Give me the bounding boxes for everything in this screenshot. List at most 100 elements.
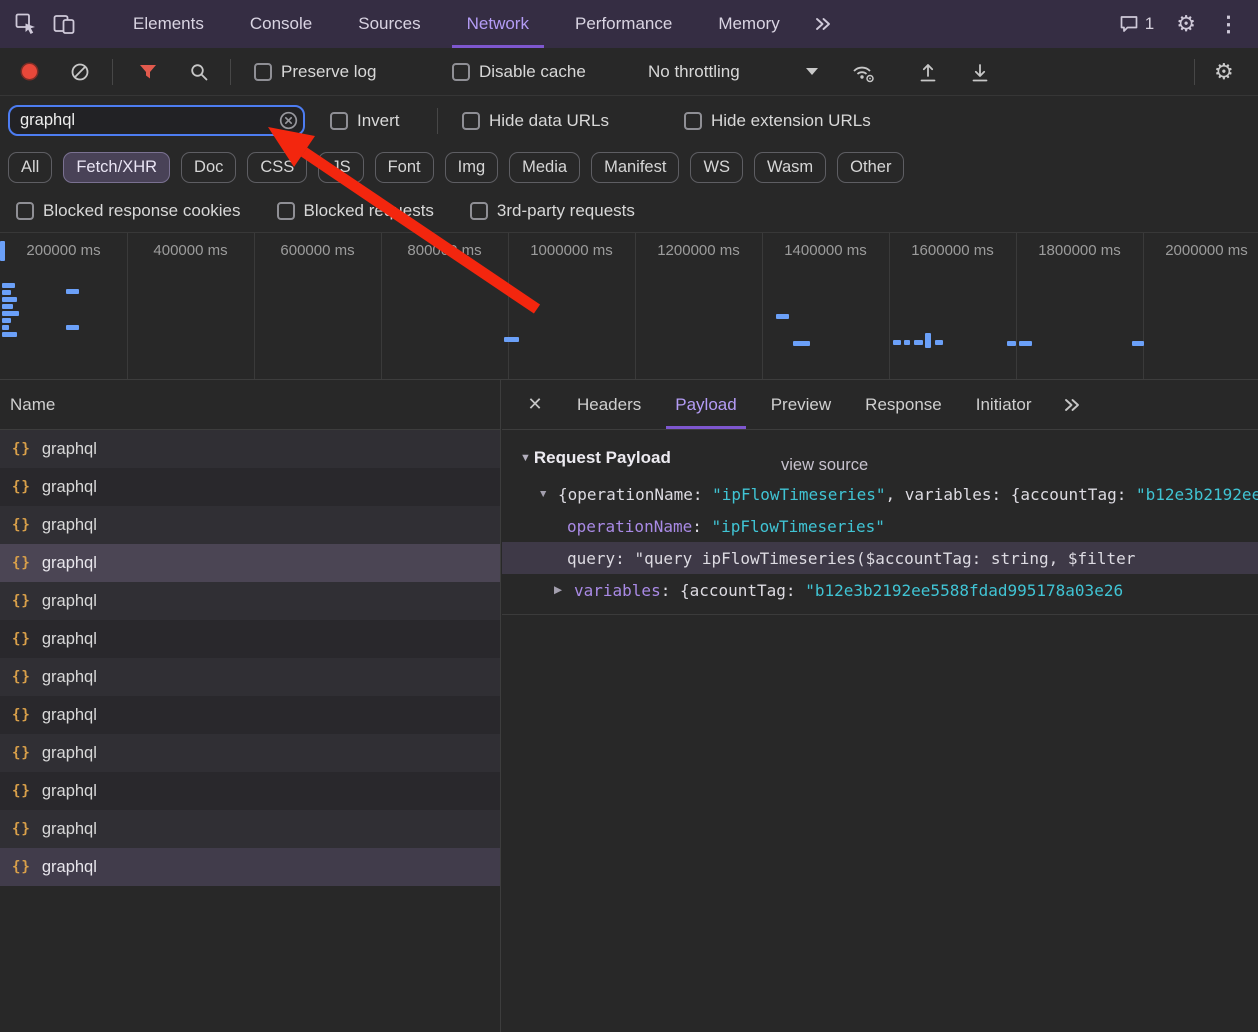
details-more-tabs-icon[interactable] bbox=[1062, 395, 1082, 415]
search-button[interactable] bbox=[189, 48, 209, 95]
payload-line[interactable]: ▼{operationName: "ipFlowTimeseries", var… bbox=[502, 478, 1258, 510]
disable-cache-label: Disable cache bbox=[479, 62, 586, 82]
record-button[interactable] bbox=[22, 48, 37, 95]
disable-cache-control[interactable]: Disable cache bbox=[452, 48, 586, 95]
fetch-xhr-icon: {} bbox=[12, 783, 31, 799]
preserve-log-control[interactable]: Preserve log bbox=[254, 48, 376, 95]
blocked-requests-checkbox[interactable] bbox=[277, 202, 295, 220]
name-column-header[interactable]: Name bbox=[0, 380, 500, 430]
request-row[interactable]: {}graphql bbox=[0, 810, 500, 848]
waterfall-bar bbox=[2, 290, 11, 295]
more-tabs-icon[interactable] bbox=[803, 0, 843, 48]
filter-chip-other[interactable]: Other bbox=[837, 152, 904, 183]
request-payload-section-header[interactable]: ▼ Request Payload bbox=[502, 438, 1258, 478]
request-name: graphql bbox=[42, 782, 97, 801]
request-row[interactable]: {}graphql bbox=[0, 468, 500, 506]
filter-chip-manifest[interactable]: Manifest bbox=[591, 152, 679, 183]
tab-elements[interactable]: Elements bbox=[110, 0, 227, 48]
expand-arrow-icon[interactable]: ▶ bbox=[554, 584, 574, 596]
3rd-party-requests-checkbox[interactable] bbox=[470, 202, 488, 220]
tab-console[interactable]: Console bbox=[227, 0, 335, 48]
tab-sources[interactable]: Sources bbox=[335, 0, 443, 48]
payload-line[interactable]: ▶variables: {accountTag: "b12e3b2192ee55… bbox=[502, 574, 1258, 606]
disable-cache-checkbox[interactable] bbox=[452, 63, 470, 81]
waterfall-bar bbox=[1132, 341, 1144, 346]
tab-performance[interactable]: Performance bbox=[552, 0, 695, 48]
invert-label: Invert bbox=[357, 111, 400, 131]
blocked-response-cookies-checkbox[interactable] bbox=[16, 202, 34, 220]
network-conditions-button[interactable] bbox=[850, 48, 876, 95]
blocked-response-cookies-control[interactable]: Blocked response cookies bbox=[16, 201, 241, 221]
hide-data-urls-control[interactable]: Hide data URLs bbox=[462, 96, 609, 145]
filter-input[interactable] bbox=[8, 105, 305, 136]
request-row[interactable]: {}graphql bbox=[0, 430, 500, 468]
request-row[interactable]: {}graphql bbox=[0, 658, 500, 696]
request-row[interactable]: {}graphql bbox=[0, 544, 500, 582]
hide-data-urls-checkbox[interactable] bbox=[462, 112, 480, 130]
invert-control[interactable]: Invert bbox=[330, 96, 400, 145]
clear-filter-icon[interactable] bbox=[279, 111, 298, 130]
hide-extension-urls-checkbox[interactable] bbox=[684, 112, 702, 130]
invert-checkbox[interactable] bbox=[330, 112, 348, 130]
export-har-button[interactable] bbox=[970, 48, 990, 95]
collapse-arrow-icon[interactable]: ▼ bbox=[520, 452, 531, 464]
fetch-xhr-icon: {} bbox=[12, 441, 31, 457]
request-details-panel: ✕ HeadersPayloadPreviewResponseInitiator… bbox=[502, 380, 1258, 1032]
fetch-xhr-icon: {} bbox=[12, 821, 31, 837]
tab-network[interactable]: Network bbox=[444, 0, 552, 48]
blocked-requests-control[interactable]: Blocked requests bbox=[277, 201, 434, 221]
payload-token: : bbox=[692, 517, 711, 536]
request-row[interactable]: {}graphql bbox=[0, 582, 500, 620]
request-row[interactable]: {} graphql bbox=[0, 772, 500, 810]
filter-chip-fetch-xhr[interactable]: Fetch/XHR bbox=[63, 152, 170, 183]
settings-button[interactable]: ⚙ bbox=[1165, 13, 1207, 35]
timeline-tick-label: 800000 ms bbox=[381, 242, 508, 259]
filter-chip-ws[interactable]: WS bbox=[690, 152, 743, 183]
throttling-select[interactable]: No throttling bbox=[648, 48, 740, 95]
device-toolbar-icon[interactable] bbox=[52, 12, 76, 36]
payload-divider bbox=[502, 614, 1258, 615]
payload-line[interactable]: query: "query ipFlowTimeseries($accountT… bbox=[502, 542, 1258, 574]
preserve-log-checkbox[interactable] bbox=[254, 63, 272, 81]
timeline-overview[interactable]: 200000 ms400000 ms600000 ms800000 ms1000… bbox=[0, 232, 1258, 380]
request-name: graphql bbox=[42, 592, 97, 611]
request-row[interactable]: {}graphql bbox=[0, 620, 500, 658]
filter-chip-js[interactable]: JS bbox=[318, 152, 363, 183]
import-har-button[interactable] bbox=[918, 48, 938, 95]
filter-chip-css[interactable]: CSS bbox=[247, 152, 307, 183]
more-options-button[interactable]: ⋮ bbox=[1207, 14, 1250, 35]
details-tab-preview[interactable]: Preview bbox=[754, 380, 848, 429]
tab-memory[interactable]: Memory bbox=[695, 0, 802, 48]
filter-chip-wasm[interactable]: Wasm bbox=[754, 152, 826, 183]
filter-chip-img[interactable]: Img bbox=[445, 152, 499, 183]
collapse-arrow-icon[interactable]: ▼ bbox=[538, 488, 558, 500]
filter-chip-doc[interactable]: Doc bbox=[181, 152, 236, 183]
request-row[interactable]: {}graphql bbox=[0, 506, 500, 544]
console-messages-button[interactable]: 1 bbox=[1108, 14, 1165, 34]
network-settings-button[interactable]: ⚙ bbox=[1214, 48, 1234, 95]
devtools-window: ElementsConsoleSourcesNetworkPerformance… bbox=[0, 0, 1258, 1032]
network-toolbar: Preserve log Disable cache No throttling… bbox=[0, 48, 1258, 96]
close-details-icon[interactable]: ✕ bbox=[524, 394, 546, 415]
clear-button[interactable] bbox=[70, 48, 90, 95]
filter-chip-font[interactable]: Font bbox=[375, 152, 434, 183]
payload-token: {operationName: bbox=[558, 485, 712, 504]
view-source-link[interactable]: view source bbox=[781, 456, 868, 475]
filter-chip-all[interactable]: All bbox=[8, 152, 52, 183]
hide-extension-urls-control[interactable]: Hide extension URLs bbox=[684, 96, 871, 145]
throttling-dropdown-arrow-icon[interactable] bbox=[806, 48, 818, 95]
inspect-element-icon[interactable] bbox=[14, 12, 38, 36]
filter-chip-media[interactable]: Media bbox=[509, 152, 580, 183]
details-tab-response[interactable]: Response bbox=[848, 380, 959, 429]
network-main: Name {}graphql{}graphql{}graphql{}graphq… bbox=[0, 380, 1258, 1032]
filter-toggle-button[interactable] bbox=[138, 48, 158, 95]
waterfall-bar bbox=[66, 325, 79, 330]
request-row[interactable]: {}graphql bbox=[0, 696, 500, 734]
3rd-party-requests-control[interactable]: 3rd-party requests bbox=[470, 201, 635, 221]
details-tab-initiator[interactable]: Initiator bbox=[959, 380, 1049, 429]
details-tab-payload[interactable]: Payload bbox=[658, 380, 753, 429]
request-row[interactable]: {}graphql bbox=[0, 734, 500, 772]
details-tab-headers[interactable]: Headers bbox=[560, 380, 658, 429]
request-row[interactable]: {}graphql bbox=[0, 848, 500, 886]
payload-line[interactable]: operationName: "ipFlowTimeseries" bbox=[502, 510, 1258, 542]
